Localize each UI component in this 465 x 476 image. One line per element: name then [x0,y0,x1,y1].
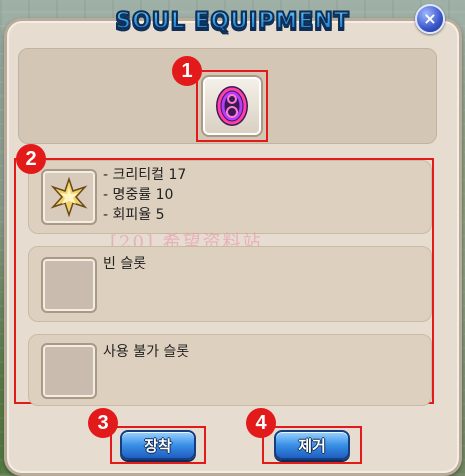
close-button[interactable]: × [415,4,445,34]
slot-1-icon-box [41,169,97,225]
soul-slot-2[interactable]: 빈 슬롯 [28,246,432,322]
slot-1-stat-1: - 크리티컬 17 [103,167,187,183]
equip-button-frame: 장착 [110,426,206,464]
callout-1: 1 [172,56,202,86]
equip-button[interactable]: 장착 [120,430,196,460]
slot-3-icon-box [41,343,97,399]
slot-2-label: 빈 슬롯 [103,256,147,272]
purple-soul-ring-icon [216,86,248,126]
slot-2-icon-box [41,257,97,313]
callout-4: 4 [246,408,276,438]
soul-item-slot[interactable] [196,70,268,142]
slot-1-stat-3: - 회피율 5 [103,207,165,223]
close-icon: × [423,9,437,28]
window-title-bar: SOUL EQUIPMENT [0,4,465,40]
soul-item-frame [201,75,263,137]
remove-button[interactable]: 제거 [274,430,350,460]
soul-slot-1[interactable]: - 크리티컬 17 - 명중률 10 - 회피율 5 [28,160,432,234]
remove-button-frame: 제거 [262,426,362,464]
slot-1-stat-2: - 명중률 10 [103,187,174,203]
window-title: SOUL EQUIPMENT [101,7,363,38]
slot-3-label: 사용 불가 슬롯 [103,344,190,360]
soul-slot-3: 사용 불가 슬롯 [28,334,432,406]
callout-3: 3 [88,408,118,438]
gold-star-emblem-icon [50,176,88,218]
callout-2: 2 [16,144,46,174]
